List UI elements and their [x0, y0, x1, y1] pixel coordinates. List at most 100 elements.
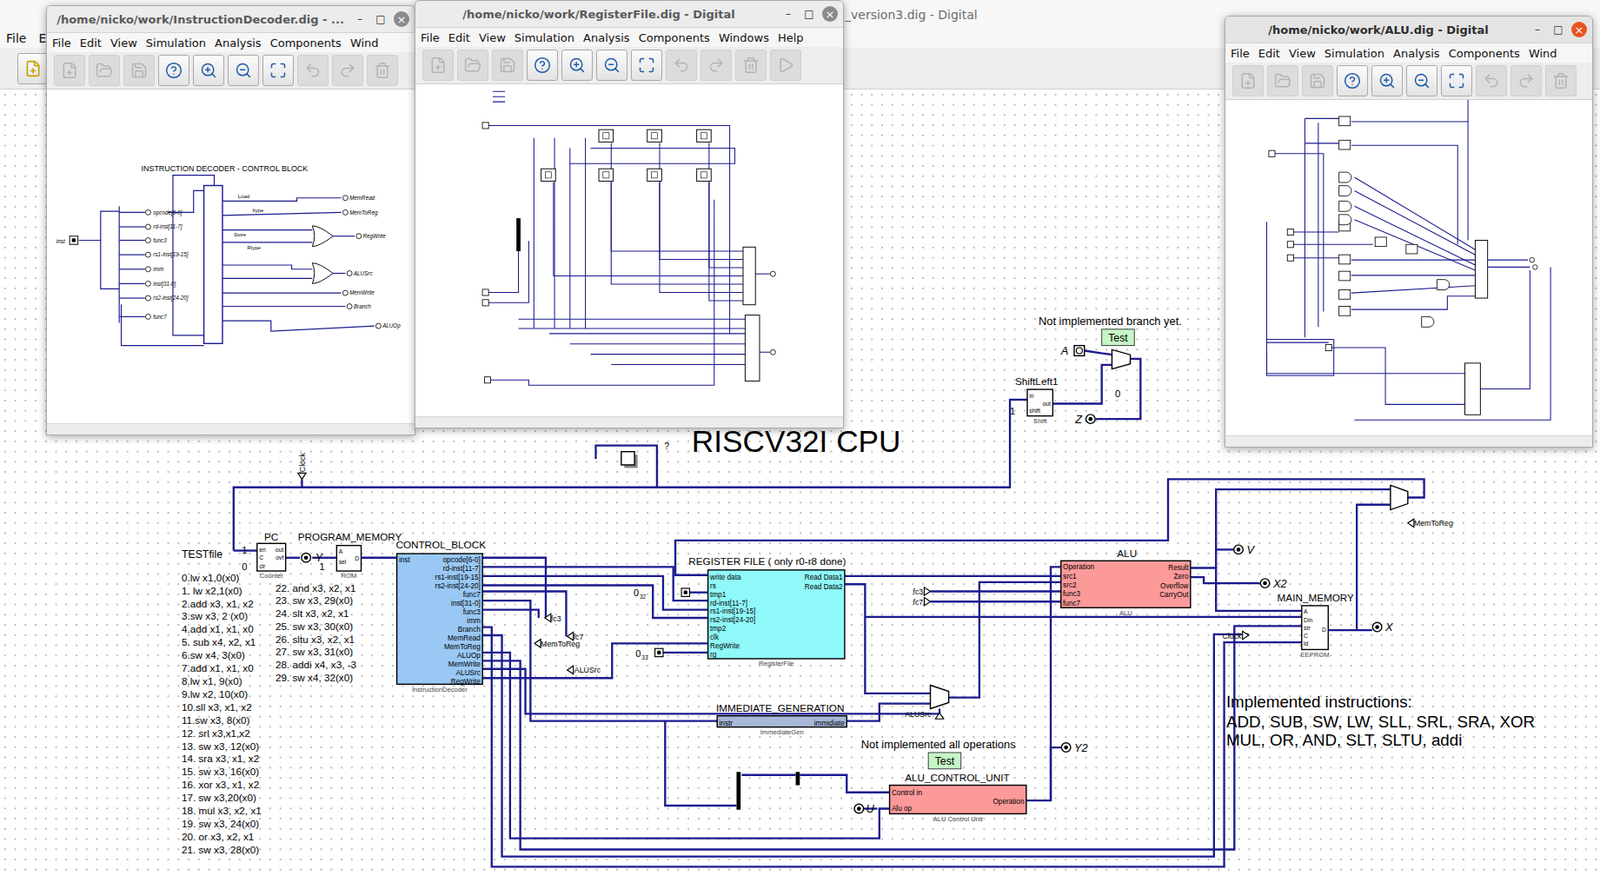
component-box[interactable]	[257, 543, 286, 571]
menu-item[interactable]: View	[1288, 46, 1316, 60]
register[interactable]	[647, 168, 663, 181]
circuit-canvas[interactable]: INSTRUCTION DECODER - CONTROL BLOCKinsto…	[46, 89, 415, 424]
new-button[interactable]	[17, 53, 49, 85]
menu-item[interactable]: Analysis	[583, 31, 631, 45]
menu-item[interactable]: Windows	[718, 31, 770, 45]
output-pin[interactable]	[1533, 265, 1538, 270]
output-pin[interactable]: RegWrite	[356, 232, 386, 240]
minimize-button[interactable]: –	[351, 11, 368, 27]
component-box[interactable]	[1027, 389, 1053, 417]
logic-block[interactable]	[1406, 244, 1418, 254]
toolbar-button[interactable]	[630, 49, 663, 81]
menu-item[interactable]: Wind	[1528, 46, 1558, 60]
input-pin[interactable]	[482, 122, 489, 129]
input-pin[interactable]	[1287, 228, 1294, 235]
input-pin[interactable]	[1287, 241, 1294, 248]
component-box[interactable]	[889, 785, 1027, 815]
probe[interactable]: ?	[621, 440, 670, 468]
multiplexer[interactable]	[930, 684, 950, 709]
input-pin[interactable]	[1287, 254, 1294, 261]
test-button[interactable]: Test	[1102, 329, 1136, 346]
minimize-button[interactable]: –	[1529, 21, 1546, 38]
output-pin[interactable]: X2	[1260, 577, 1287, 591]
toolbar-button[interactable]	[596, 49, 628, 81]
menu-item[interactable]: Simulation	[1324, 46, 1385, 60]
register[interactable]	[598, 168, 614, 181]
component-box[interactable]	[717, 716, 847, 728]
output-pin[interactable]: ALUSrc	[346, 270, 373, 277]
input-pin[interactable]: A	[1060, 344, 1085, 358]
menu-item[interactable]: Edit	[79, 36, 102, 50]
output-pin[interactable]: MemRead	[342, 194, 375, 201]
menu-item[interactable]: File	[1230, 46, 1250, 60]
menu-item[interactable]: Analysis	[1393, 46, 1441, 60]
toolbar-button[interactable]	[227, 54, 259, 87]
maximize-button[interactable]: □	[372, 11, 389, 27]
menu-item[interactable]: Components	[270, 36, 342, 50]
menu-item[interactable]: Analysis	[214, 36, 262, 50]
toolbar-button[interactable]	[561, 49, 593, 81]
menu-item[interactable]: E	[38, 31, 47, 46]
register[interactable]	[647, 129, 663, 142]
close-button[interactable]: ×	[1571, 21, 1587, 38]
register[interactable]	[697, 168, 712, 181]
menu-item[interactable]: View	[110, 36, 138, 50]
component-box[interactable]	[1061, 560, 1191, 608]
multiplexer[interactable]	[1111, 349, 1130, 369]
logic-block[interactable]	[1339, 254, 1351, 265]
menu-item[interactable]: File	[420, 31, 440, 45]
minimize-button[interactable]: –	[780, 6, 797, 22]
output-pin[interactable]: Z	[1074, 412, 1096, 426]
component-box[interactable]	[708, 570, 845, 659]
register[interactable]	[697, 129, 712, 142]
logic-block[interactable]	[1374, 237, 1387, 247]
input-pin[interactable]	[482, 299, 489, 306]
toolbar-button[interactable]	[1440, 65, 1473, 97]
menu-item[interactable]: Components	[638, 31, 711, 45]
menu-item[interactable]: Simulation	[146, 36, 206, 50]
component-box[interactable]	[1301, 605, 1329, 650]
menu-item[interactable]: Edit	[448, 31, 471, 45]
menu-item[interactable]: Help	[777, 31, 804, 45]
output-pin[interactable]: V	[1234, 543, 1256, 557]
toolbar-button[interactable]	[526, 49, 558, 81]
output-pin[interactable]: MemWrite	[342, 289, 375, 296]
output-pin[interactable]: Y2	[1061, 741, 1088, 755]
toolbar-button[interactable]	[262, 54, 294, 87]
input-pin[interactable]	[1325, 344, 1332, 351]
decoder-rom[interactable]	[204, 185, 223, 345]
register[interactable]	[541, 168, 557, 181]
menu-item[interactable]: Edit	[1258, 46, 1281, 60]
output-pin[interactable]: X	[1372, 620, 1395, 634]
circuit-canvas[interactable]	[415, 84, 844, 417]
input-pin[interactable]	[69, 236, 79, 246]
close-button[interactable]: ×	[393, 11, 410, 27]
output-pin[interactable]	[770, 271, 776, 277]
component-box[interactable]	[336, 545, 361, 571]
menu-item[interactable]: File	[6, 31, 27, 46]
circuit-canvas[interactable]	[1225, 99, 1593, 436]
output-pin[interactable]: MemToReg	[342, 209, 378, 217]
menu-item[interactable]: File	[52, 36, 72, 50]
input-pin[interactable]	[1268, 150, 1275, 157]
toolbar-button[interactable]	[1406, 65, 1438, 97]
toolbar-button[interactable]	[1336, 65, 1368, 97]
input-pin[interactable]	[484, 377, 491, 384]
logic-block[interactable]	[1339, 306, 1351, 317]
output-pin[interactable]: Branch	[346, 303, 372, 310]
output-pin[interactable]: ALUOp	[375, 322, 401, 330]
output-pin[interactable]	[1529, 257, 1534, 262]
logic-block[interactable]	[1339, 139, 1351, 150]
toolbar-button[interactable]	[158, 54, 190, 87]
menu-item[interactable]: Simulation	[514, 31, 575, 45]
menu-item[interactable]: Wind	[350, 36, 379, 50]
component-box[interactable]	[397, 553, 484, 684]
test-button[interactable]: Test	[928, 752, 962, 770]
logic-block[interactable]	[1339, 290, 1351, 300]
maximize-button[interactable]: □	[801, 6, 817, 22]
output-pin[interactable]: U	[854, 802, 875, 816]
multiplexer[interactable]	[1390, 484, 1408, 510]
register[interactable]	[598, 129, 614, 142]
toolbar-button[interactable]	[192, 54, 225, 87]
logic-block[interactable]	[1339, 116, 1351, 127]
